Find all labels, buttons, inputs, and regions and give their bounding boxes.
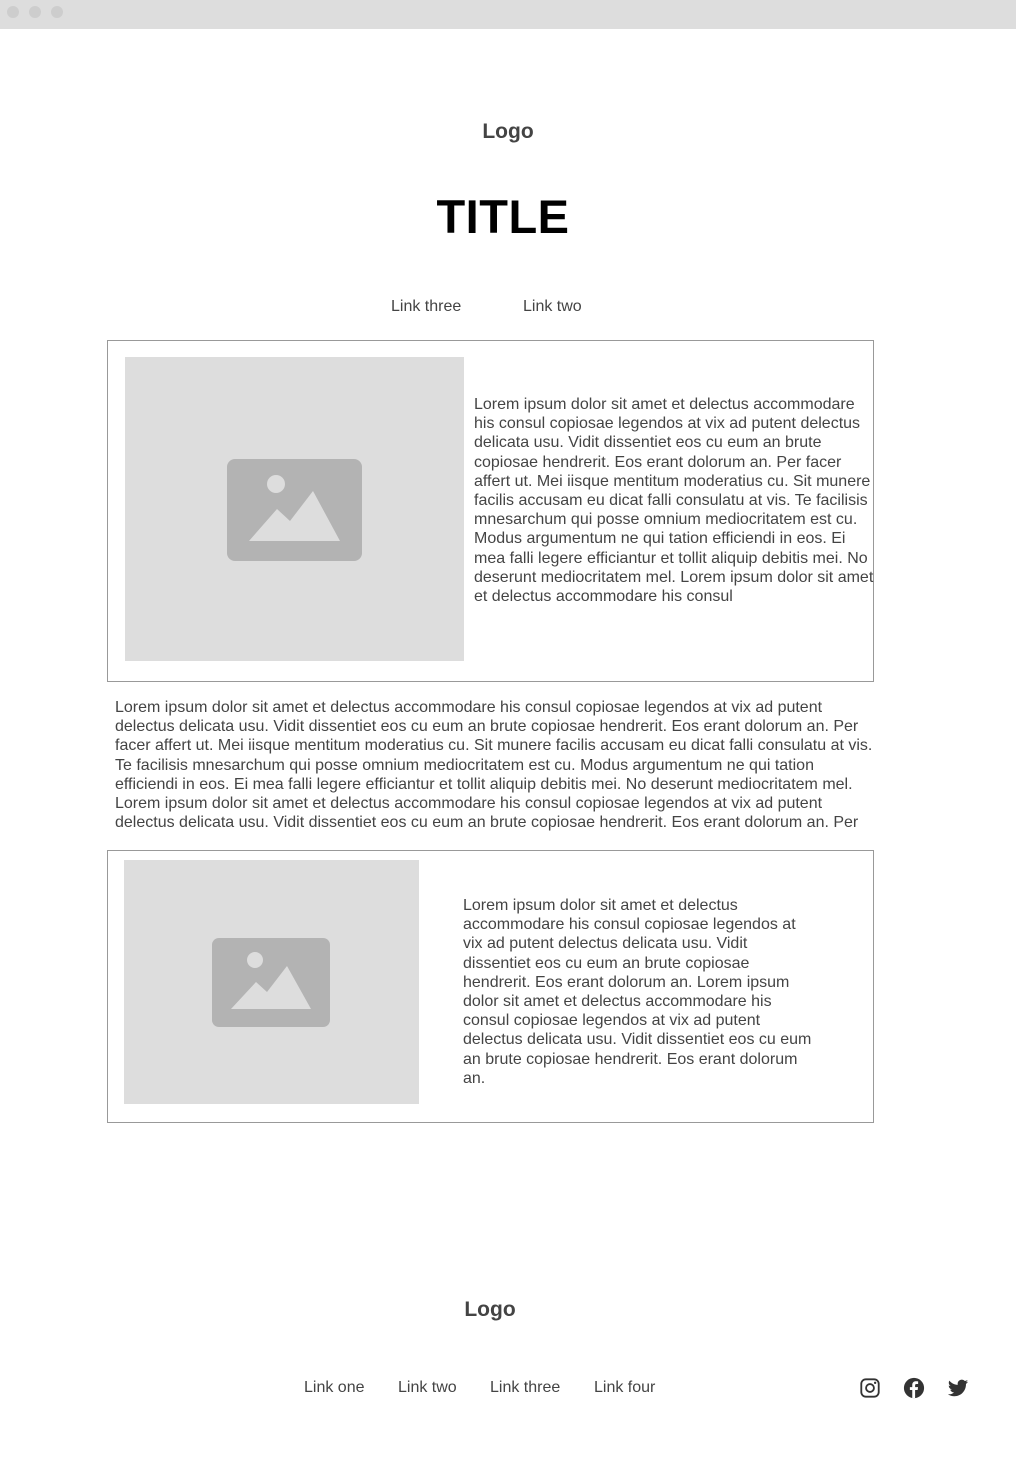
image-placeholder (125, 357, 464, 661)
header-logo[interactable]: Logo (0, 120, 1016, 144)
window-minimize-dot[interactable] (29, 6, 41, 18)
instagram-icon[interactable] (859, 1377, 881, 1399)
card-2-text: Lorem ipsum dolor sit amet et delectus a… (463, 897, 812, 1087)
image-placeholder (124, 860, 419, 1104)
footer-link-one[interactable]: Link one (304, 1379, 365, 1397)
middle-paragraph: Lorem ipsum dolor sit amet et delectus a… (115, 699, 873, 832)
nav-link-three[interactable]: Link three (391, 298, 461, 316)
footer-link-three[interactable]: Link three (490, 1379, 560, 1397)
window-titlebar (0, 0, 1016, 29)
nav-link-two[interactable]: Link two (523, 298, 582, 316)
facebook-icon[interactable] (903, 1377, 925, 1399)
image-placeholder-icon (227, 459, 362, 561)
footer-logo[interactable]: Logo (0, 1298, 980, 1322)
twitter-icon[interactable] (947, 1377, 969, 1399)
content-card-1: Lorem ipsum dolor sit amet et delectus a… (107, 340, 874, 682)
card-1-text: Lorem ipsum dolor sit amet et delectus a… (474, 396, 874, 606)
window-maximize-dot[interactable] (51, 6, 63, 18)
window-close-dot[interactable] (7, 6, 19, 18)
content-card-2: Lorem ipsum dolor sit amet et delectus a… (107, 850, 874, 1123)
page-title: TITLE (436, 190, 570, 243)
footer-link-four[interactable]: Link four (594, 1379, 655, 1397)
footer-link-two[interactable]: Link two (398, 1379, 457, 1397)
image-placeholder-icon (212, 938, 330, 1027)
